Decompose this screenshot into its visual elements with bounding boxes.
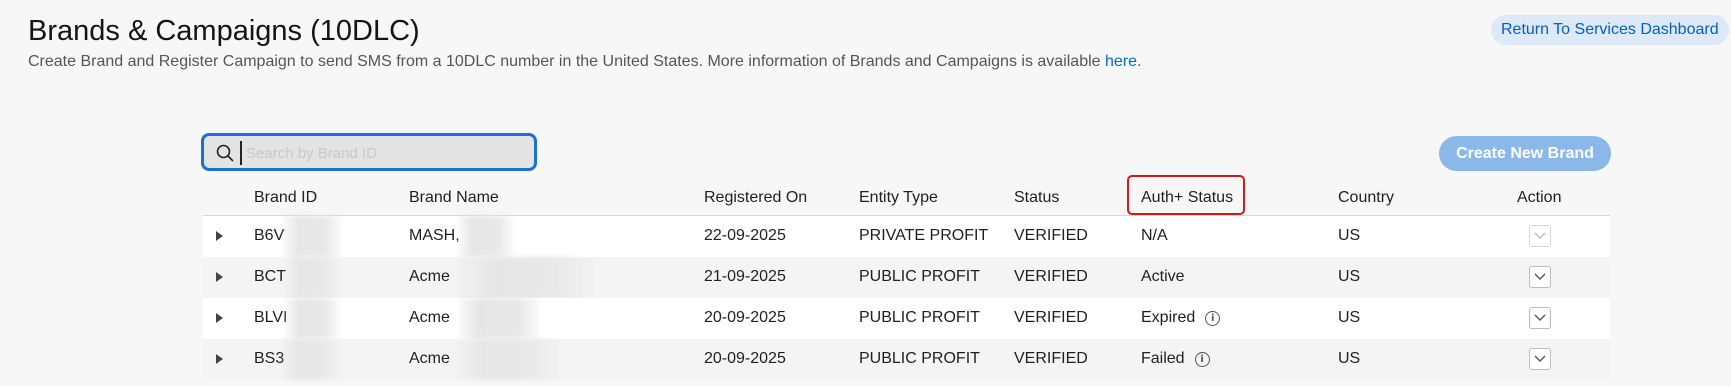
status-cell: VERIFIED (1014, 350, 1088, 367)
chevron-down-icon (1534, 314, 1546, 321)
redacted-overlay (458, 257, 593, 298)
redacted-overlay (285, 298, 339, 339)
status-cell: VERIFIED (1014, 309, 1088, 326)
auth-status-text: Failed (1141, 350, 1185, 367)
search-icon (216, 144, 234, 162)
more-info-link[interactable]: here. (1105, 53, 1141, 70)
table-row: B6V MASH, 22-09-2025 PRIVATE PROFIT VERI… (203, 216, 1610, 257)
expand-row-icon[interactable] (216, 231, 223, 241)
brand-name-cell: Acme (409, 309, 450, 326)
search-box[interactable] (201, 133, 537, 171)
column-header-country[interactable]: Country (1338, 189, 1394, 207)
expand-row-icon[interactable] (216, 354, 223, 364)
column-header-entity-type[interactable]: Entity Type (859, 189, 938, 207)
registered-on-cell: 21-09-2025 (704, 268, 786, 285)
brand-name-cell: Acme (409, 350, 450, 367)
auth-status-text: Expired (1141, 309, 1196, 326)
country-cell: US (1338, 309, 1361, 326)
column-header-brand-name[interactable]: Brand Name (409, 189, 499, 207)
redacted-overlay (283, 216, 341, 257)
brand-id-cell: B6V (254, 227, 285, 244)
entity-type-cell: PUBLIC PROFIT (859, 268, 980, 285)
brand-id-cell: BLVI (254, 309, 288, 326)
table-row: BS3 Acme 20-09-2025 PUBLIC PROFIT VERIFI… (203, 339, 1610, 380)
redacted-overlay (458, 216, 513, 257)
brands-table: Brand ID Brand Name Registered On Entity… (203, 175, 1610, 380)
chevron-down-icon (1534, 232, 1546, 239)
return-to-dashboard-link[interactable]: Return To Services Dashboard (1491, 15, 1729, 45)
country-cell: US (1338, 350, 1361, 367)
search-input[interactable] (240, 141, 528, 165)
redacted-overlay (283, 339, 339, 380)
info-icon[interactable]: i (1205, 311, 1221, 326)
status-cell: VERIFIED (1014, 268, 1088, 285)
auth-status-cell: Active (1141, 268, 1185, 285)
entity-type-cell: PUBLIC PROFIT (859, 350, 980, 367)
registered-on-cell: 20-09-2025 (704, 309, 786, 326)
table-row: BLVI Acme 20-09-2025 PUBLIC PROFIT VERIF… (203, 298, 1610, 339)
column-header-status[interactable]: Status (1014, 189, 1059, 207)
row-action-dropdown[interactable] (1529, 225, 1551, 247)
page-title: Brands & Campaigns (10DLC) (28, 15, 420, 47)
table-row: BCT Acme 21-09-2025 PUBLIC PROFIT VERIFI… (203, 257, 1610, 298)
country-cell: US (1338, 268, 1361, 285)
table-header: Brand ID Brand Name Registered On Entity… (203, 175, 1610, 216)
page-description: Create Brand and Register Campaign to se… (28, 53, 1141, 71)
auth-status-cell: Failed i (1141, 350, 1210, 368)
create-new-brand-button[interactable]: Create New Brand (1439, 136, 1611, 171)
column-header-action: Action (1517, 189, 1562, 206)
brand-id-cell: BS3 (254, 350, 285, 367)
redacted-overlay (458, 298, 540, 339)
registered-on-cell: 20-09-2025 (704, 350, 786, 367)
auth-status-cell: N/A (1141, 227, 1168, 244)
chevron-down-icon (1534, 273, 1546, 280)
chevron-down-icon (1534, 355, 1546, 362)
redacted-overlay (285, 257, 339, 298)
redacted-overlay (458, 339, 558, 380)
country-cell: US (1338, 227, 1361, 244)
row-action-dropdown[interactable] (1529, 266, 1551, 288)
brand-name-cell: MASH, (409, 227, 460, 244)
entity-type-cell: PUBLIC PROFIT (859, 309, 980, 326)
expand-row-icon[interactable] (216, 272, 223, 282)
brand-id-cell: BCT (254, 268, 286, 285)
entity-type-cell: PRIVATE PROFIT (859, 227, 989, 244)
description-text: Create Brand and Register Campaign to se… (28, 53, 1105, 70)
brand-name-cell: Acme (409, 268, 450, 285)
info-icon[interactable]: i (1194, 352, 1210, 367)
column-header-registered-on[interactable]: Registered On (704, 189, 807, 207)
status-cell: VERIFIED (1014, 227, 1088, 244)
auth-status-cell: Expired i (1141, 309, 1221, 327)
column-header-auth-status[interactable]: Auth+ Status (1141, 189, 1233, 207)
column-header-brand-id[interactable]: Brand ID (254, 189, 317, 207)
expand-row-icon[interactable] (216, 313, 223, 323)
row-action-dropdown[interactable] (1529, 307, 1551, 329)
registered-on-cell: 22-09-2025 (704, 227, 786, 244)
row-action-dropdown[interactable] (1529, 348, 1551, 370)
